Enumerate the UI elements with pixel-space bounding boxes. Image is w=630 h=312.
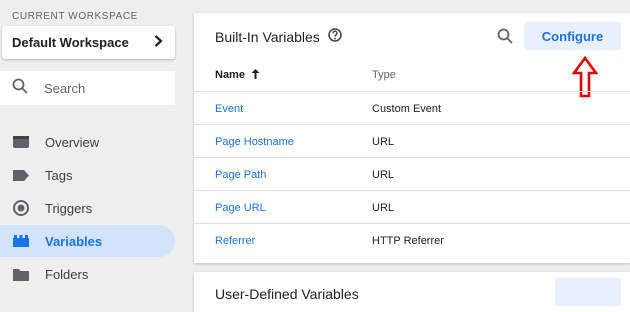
overview-icon <box>12 135 30 149</box>
tag-icon <box>12 168 30 182</box>
sidebar-item-label: Variables <box>45 233 103 249</box>
sidebar-item-tags[interactable]: Tags <box>0 159 175 191</box>
variable-name-link[interactable]: Page Hostname <box>215 136 294 148</box>
column-header-name[interactable]: Name <box>215 69 260 81</box>
variable-type: Custom Event <box>372 103 442 115</box>
builtin-variables-title: Built-In Variables <box>215 28 320 45</box>
workspace-label: CURRENT WORKSPACE <box>12 11 138 22</box>
folder-icon <box>12 267 30 281</box>
sidebar-search[interactable]: Search <box>0 71 175 105</box>
sidebar-item-label: Folders <box>45 266 89 282</box>
variable-type: URL <box>372 202 395 214</box>
variable-type: URL <box>372 169 395 181</box>
builtin-variables-card: Built-In Variables Configure Name Type E… <box>194 13 630 263</box>
configure-button[interactable]: Configure <box>524 22 621 50</box>
sidebar-item-folders[interactable]: Folders <box>0 258 175 290</box>
search-icon[interactable] <box>497 28 513 49</box>
trigger-icon <box>12 200 30 216</box>
search-icon <box>12 78 28 99</box>
workspace-selector[interactable]: Default Workspace <box>2 26 175 59</box>
card-title: Built-In Variables <box>215 28 342 45</box>
search-input[interactable]: Search <box>44 81 85 96</box>
variable-name-link[interactable]: Page Path <box>215 169 266 181</box>
table-row: Referrer HTTP Referrer <box>194 223 630 256</box>
table-row: Page Hostname URL <box>194 124 630 157</box>
chevron-right-icon <box>154 34 163 52</box>
user-defined-variables-title: User-Defined Variables <box>215 286 359 302</box>
sidebar-item-overview[interactable]: Overview <box>0 126 175 158</box>
user-defined-variables-card: User-Defined Variables <box>194 272 630 312</box>
variable-name-link[interactable]: Event <box>215 103 243 115</box>
variable-type: URL <box>372 136 395 148</box>
sidebar-item-label: Overview <box>45 134 100 150</box>
variables-icon <box>12 234 30 248</box>
sidebar-item-variables[interactable]: Variables <box>0 225 175 257</box>
sidebar-item-label: Triggers <box>45 200 93 216</box>
variable-name-link[interactable]: Page URL <box>215 202 266 214</box>
sidebar: CURRENT WORKSPACE Default Workspace Sear… <box>0 0 186 291</box>
workspace-name: Default Workspace <box>12 35 129 50</box>
sidebar-item-triggers[interactable]: Triggers <box>0 192 175 224</box>
sidebar-item-label: Tags <box>45 167 73 183</box>
new-button[interactable] <box>555 278 621 306</box>
variable-type: HTTP Referrer <box>372 235 444 247</box>
variable-name-link[interactable]: Referrer <box>215 235 255 247</box>
column-header-type: Type <box>372 69 396 81</box>
help-icon[interactable] <box>328 28 342 45</box>
table-row: Page Path URL <box>194 157 630 190</box>
table-row: Page URL URL <box>194 190 630 223</box>
table-row: Event Custom Event <box>194 91 630 124</box>
table-header: Name Type <box>194 60 630 90</box>
arrow-up-icon <box>251 69 260 79</box>
